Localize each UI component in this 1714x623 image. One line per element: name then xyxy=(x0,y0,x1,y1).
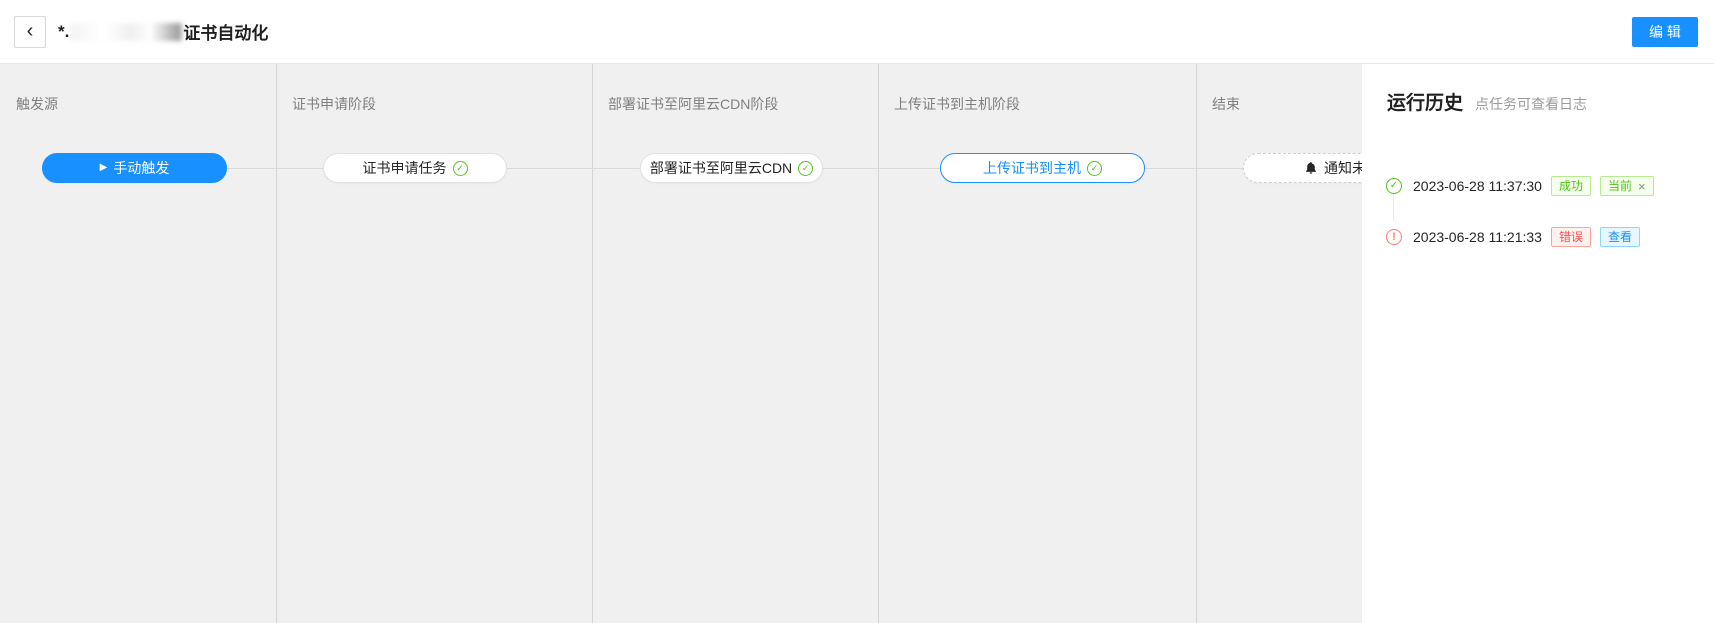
status-badge-current: 当前 × xyxy=(1600,176,1654,196)
node-cert-apply-task[interactable]: 证书申请任务 ✓ xyxy=(323,153,507,183)
column-divider xyxy=(878,64,879,623)
node-label: 手动触发 xyxy=(113,158,169,178)
bell-icon xyxy=(1304,161,1318,175)
success-check-icon: ✓ xyxy=(1386,178,1402,194)
play-icon: ▶ xyxy=(100,163,108,173)
run-history-title: 运行历史 xyxy=(1387,88,1463,115)
column-divider xyxy=(1196,64,1197,623)
page-title: *. 证书自动化 xyxy=(58,0,268,63)
page-title-prefix: *. xyxy=(58,22,69,42)
status-badge-error: 错误 xyxy=(1551,227,1591,247)
column-header-deploy-cdn: 部署证书至阿里云CDN阶段 xyxy=(608,94,778,114)
close-icon[interactable]: × xyxy=(1638,180,1646,193)
page-title-suffix: 证书自动化 xyxy=(183,19,268,44)
node-upload-host[interactable]: 上传证书到主机 ✓ xyxy=(940,153,1145,183)
column-header-trigger: 触发源 xyxy=(16,94,58,114)
check-circle-icon: ✓ xyxy=(453,161,468,176)
run-history-subtitle: 点任务可查看日志 xyxy=(1475,94,1587,114)
run-history-panel: 运行历史 点任务可查看日志 ✓ 2023-06-28 11:37:30 成功 当… xyxy=(1362,64,1714,623)
node-manual-trigger[interactable]: ▶ 手动触发 xyxy=(42,153,227,183)
column-divider xyxy=(592,64,593,623)
node-label: 证书申请任务 xyxy=(363,158,447,178)
back-button[interactable]: ‹ xyxy=(14,16,46,48)
pipeline-canvas: 触发源 证书申请阶段 部署证书至阿里云CDN阶段 上传证书到主机阶段 结束 ▶ … xyxy=(0,64,1362,623)
node-label: 上传证书到主机 xyxy=(983,158,1081,178)
error-exclamation-icon: ! xyxy=(1386,229,1402,245)
run-entry-error[interactable]: ! 2023-06-28 11:21:33 错误 查看 xyxy=(1386,223,1710,251)
column-header-apply: 证书申请阶段 xyxy=(292,94,376,114)
node-label: 部署证书至阿里云CDN xyxy=(650,158,792,178)
run-history-header: 运行历史 点任务可查看日志 xyxy=(1387,88,1587,115)
top-bar: ‹ *. 证书自动化 编 辑 xyxy=(0,0,1714,64)
check-circle-icon: ✓ xyxy=(798,161,813,176)
status-badge-success: 成功 xyxy=(1551,176,1591,196)
column-divider xyxy=(276,64,277,623)
run-entry-success[interactable]: ✓ 2023-06-28 11:37:30 成功 当前 × xyxy=(1386,172,1710,200)
column-header-end: 结束 xyxy=(1212,94,1240,114)
edit-button[interactable]: 编 辑 xyxy=(1632,17,1698,47)
run-timestamp: 2023-06-28 11:21:33 xyxy=(1413,229,1542,245)
node-deploy-cdn[interactable]: 部署证书至阿里云CDN ✓ xyxy=(640,153,823,183)
check-circle-icon: ✓ xyxy=(1087,161,1102,176)
back-chevron-icon: ‹ xyxy=(27,21,34,41)
node-notify[interactable]: 通知未 xyxy=(1243,153,1362,183)
view-log-badge[interactable]: 查看 xyxy=(1600,227,1640,247)
run-timestamp: 2023-06-28 11:37:30 xyxy=(1413,178,1542,194)
node-label: 通知未 xyxy=(1324,158,1362,178)
column-header-upload-host: 上传证书到主机阶段 xyxy=(894,94,1020,114)
redacted-domain-blur xyxy=(70,23,182,41)
